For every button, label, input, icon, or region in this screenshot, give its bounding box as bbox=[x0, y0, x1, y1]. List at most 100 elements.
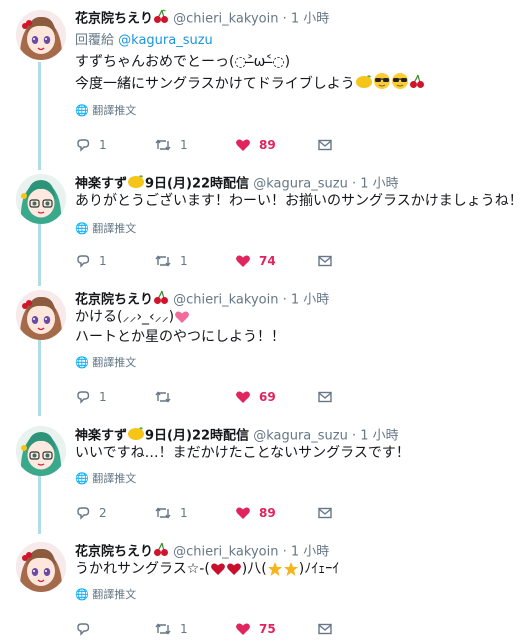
like-button[interactable]: 89 bbox=[235, 502, 276, 522]
avatar[interactable] bbox=[16, 290, 66, 340]
like-button[interactable]: 89 bbox=[235, 134, 276, 154]
heart-icon bbox=[236, 391, 250, 403]
heart-icon bbox=[226, 561, 242, 577]
heart-icon bbox=[236, 623, 250, 635]
like-count: 69 bbox=[259, 389, 276, 404]
envelope-icon bbox=[318, 139, 332, 150]
envelope-icon bbox=[318, 255, 332, 266]
direct-message-button[interactable] bbox=[317, 134, 333, 154]
translate-tweet-link[interactable]: 🌐 翻譯推文 bbox=[75, 356, 136, 370]
retweet-icon bbox=[155, 390, 171, 403]
cherry-icon bbox=[153, 8, 169, 30]
reply-icon bbox=[77, 254, 90, 268]
tweet[interactable]: 神楽すず 9日(月)22時配信 @kagura_suzu · 1 小時 いいですね… bbox=[0, 420, 522, 532]
sparkling-heart-icon bbox=[174, 309, 190, 325]
retweet-button[interactable]: 1 bbox=[154, 502, 188, 522]
reply-count: 1 bbox=[99, 253, 107, 268]
translate-tweet-link[interactable]: 🌐 翻譯推文 bbox=[75, 222, 136, 236]
user-handle[interactable]: @kagura_suzu bbox=[253, 429, 348, 444]
sunglasses-face-icon bbox=[373, 72, 391, 96]
reply-button[interactable]: 1 bbox=[75, 386, 107, 406]
tweet-text-line: かける(⸝⸝›_‹⸝⸝) bbox=[75, 307, 285, 327]
avatar[interactable] bbox=[16, 426, 66, 476]
translate-tweet-link[interactable]: 🌐 翻譯推文 bbox=[75, 588, 136, 602]
like-button[interactable]: 74 bbox=[235, 250, 276, 270]
timestamp[interactable]: 1 小時 bbox=[291, 293, 329, 308]
like-button[interactable]: 75 bbox=[235, 618, 276, 638]
tweet[interactable]: 花京院ちえり @chieri_kakyoin · 1 小時 かける(⸝⸝›_‹⸝… bbox=[0, 284, 522, 414]
retweet-button[interactable]: 1 bbox=[154, 134, 188, 154]
tweet-header: 花京院ちえり @chieri_kakyoin · 1 小時 bbox=[75, 289, 329, 308]
tweet-actions: 1 69 bbox=[75, 386, 335, 406]
reply-button[interactable]: 1 bbox=[75, 134, 107, 154]
star-icon bbox=[283, 561, 299, 577]
tweet-header: 神楽すず 9日(月)22時配信 @kagura_suzu · 1 小時 bbox=[75, 425, 399, 444]
tweet[interactable]: 神楽すず 9日(月)22時配信 @kagura_suzu · 1 小時 ありがとう… bbox=[0, 168, 522, 280]
avatar[interactable] bbox=[16, 542, 66, 592]
reply-icon bbox=[77, 390, 90, 404]
user-handle[interactable]: @chieri_kakyoin bbox=[173, 293, 278, 308]
translate-label: 翻譯推文 bbox=[92, 222, 137, 235]
separator-dot: · bbox=[282, 544, 287, 560]
separator-dot: · bbox=[351, 428, 357, 444]
separator-dot: · bbox=[351, 176, 357, 192]
reply-mention-link[interactable]: @kagura_suzu bbox=[118, 33, 213, 48]
tweet-actions: 2 1 89 bbox=[75, 502, 335, 522]
heart-icon bbox=[210, 561, 226, 577]
star-icon bbox=[267, 561, 283, 577]
direct-message-button[interactable] bbox=[317, 618, 333, 638]
reply-button[interactable]: 2 bbox=[75, 502, 107, 522]
retweet-button[interactable] bbox=[154, 386, 180, 406]
like-count: 89 bbox=[259, 137, 276, 152]
like-count: 89 bbox=[259, 505, 276, 520]
reply-button[interactable] bbox=[75, 618, 99, 638]
timestamp[interactable]: 1 小時 bbox=[291, 545, 329, 560]
tweet-actions: 1 75 bbox=[75, 618, 335, 638]
user-handle[interactable]: @chieri_kakyoin bbox=[173, 545, 278, 560]
translate-label: 翻譯推文 bbox=[92, 588, 137, 601]
globe-icon: 🌐 bbox=[75, 472, 89, 485]
lemon-icon bbox=[355, 72, 373, 96]
like-count: 74 bbox=[259, 253, 276, 268]
tweet-text: いいですね…！まだかけたことないサングラスです！ bbox=[75, 443, 410, 463]
tweet-text-line: ありがとうございます！わーい！お揃いのサングラスかけましょうね！ bbox=[75, 193, 522, 209]
retweet-count: 1 bbox=[180, 253, 188, 268]
retweet-button[interactable]: 1 bbox=[154, 618, 188, 638]
avatar[interactable] bbox=[16, 174, 66, 224]
translate-tweet-link[interactable]: 🌐 翻譯推文 bbox=[75, 472, 136, 486]
tweet-text-line: うかれサングラス☆-()八()ﾉｲｪｰｲ bbox=[75, 561, 340, 577]
display-name[interactable]: 花京院ちえり bbox=[75, 293, 153, 308]
direct-message-button[interactable] bbox=[317, 250, 333, 270]
tweet[interactable]: 花京院ちえり @chieri_kakyoin · 1 小時 回覆給 @kagur… bbox=[0, 0, 522, 162]
like-count: 75 bbox=[259, 621, 276, 636]
like-button[interactable]: 69 bbox=[235, 386, 276, 406]
tweet-text-line: すずちゃんおめでとーっ(◌˃̶ω˂̶◌) bbox=[75, 54, 291, 70]
display-name[interactable]: 花京院ちえり bbox=[75, 12, 153, 27]
reply-button[interactable]: 1 bbox=[75, 250, 107, 270]
timestamp[interactable]: 1 小時 bbox=[360, 429, 398, 444]
conversation-thread: 花京院ちえり @chieri_kakyoin · 1 小時 回覆給 @kagur… bbox=[0, 0, 522, 642]
display-name[interactable]: 花京院ちえり bbox=[75, 545, 153, 560]
display-name[interactable]: 神楽すず bbox=[75, 177, 127, 192]
reply-icon bbox=[77, 138, 90, 152]
direct-message-button[interactable] bbox=[317, 386, 333, 406]
tweet-text: ありがとうございます！わーい！お揃いのサングラスかけましょうね！ bbox=[75, 191, 522, 211]
timestamp[interactable]: 1 小時 bbox=[291, 12, 329, 27]
tweet-text-line: いいですね…！まだかけたことないサングラスです！ bbox=[75, 445, 410, 461]
timestamp[interactable]: 1 小時 bbox=[360, 177, 398, 192]
reply-context: 回覆給 @kagura_suzu bbox=[75, 32, 213, 50]
avatar[interactable] bbox=[16, 10, 66, 60]
envelope-icon bbox=[318, 623, 332, 634]
tweet[interactable]: 花京院ちえり @chieri_kakyoin · 1 小時 うかれサングラス☆-… bbox=[0, 536, 522, 642]
envelope-icon bbox=[318, 507, 332, 518]
retweet-button[interactable]: 1 bbox=[154, 250, 188, 270]
globe-icon: 🌐 bbox=[75, 222, 89, 235]
translate-tweet-link[interactable]: 🌐 翻譯推文 bbox=[75, 104, 136, 118]
heart-icon bbox=[236, 507, 250, 519]
user-handle[interactable]: @kagura_suzu bbox=[253, 177, 348, 192]
direct-message-button[interactable] bbox=[317, 502, 333, 522]
user-handle[interactable]: @chieri_kakyoin bbox=[173, 12, 278, 27]
reply-count: 2 bbox=[99, 505, 107, 520]
tweet-text: うかれサングラス☆-()八()ﾉｲｪｰｲ bbox=[75, 559, 339, 579]
display-name[interactable]: 神楽すず bbox=[75, 429, 127, 444]
